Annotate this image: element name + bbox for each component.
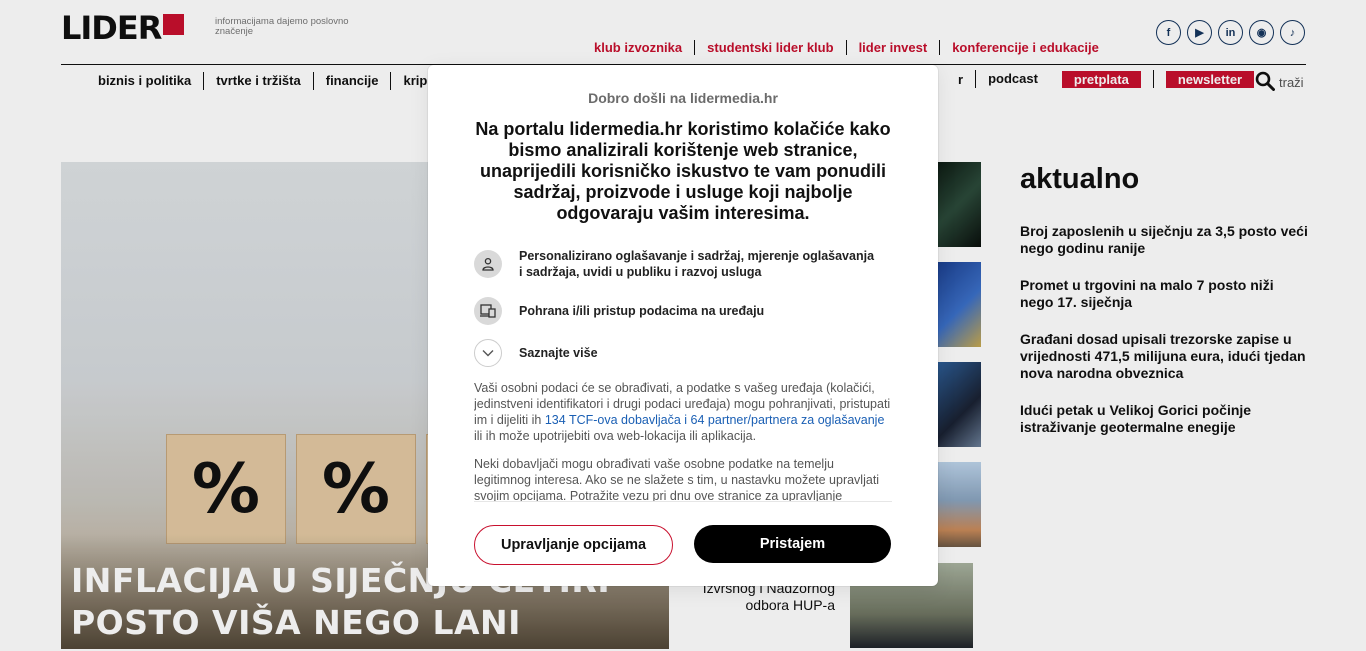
learn-more-label: Saznajte više bbox=[519, 346, 598, 360]
chevron-down-icon bbox=[474, 339, 502, 367]
consent-body-text: ili ih može upotrijebiti ova web-lokacij… bbox=[474, 429, 757, 443]
consent-headline: Na portalu lidermedia.hr koristimo kolač… bbox=[475, 119, 891, 223]
devices-icon bbox=[474, 297, 502, 325]
consent-body-paragraph: Neki dobavljači mogu obrađivati vaše oso… bbox=[474, 457, 880, 502]
accept-button[interactable]: Pristajem bbox=[694, 525, 891, 563]
person-icon bbox=[474, 250, 502, 278]
consent-dialog: Dobro došli na lidermedia.hr Na portalu … bbox=[428, 65, 938, 586]
purpose-device-storage: Pohrana i/ili pristup podacima na uređaj… bbox=[474, 297, 879, 325]
purpose-text: Personalizirano oglašavanje i sadržaj, m… bbox=[519, 249, 875, 279]
consent-body-scroll[interactable]: Vaši osobni podaci će se obrađivati, a p… bbox=[474, 380, 892, 502]
purpose-personalised-ads: Personalizirano oglašavanje i sadržaj, m… bbox=[474, 248, 879, 280]
manage-options-button[interactable]: Upravljanje opcijama bbox=[474, 525, 673, 565]
learn-more-toggle[interactable]: Saznajte više bbox=[474, 339, 879, 367]
consent-welcome: Dobro došli na lidermedia.hr bbox=[588, 90, 778, 106]
consent-body-paragraph: Vaši osobni podaci će se obrađivati, a p… bbox=[474, 380, 892, 444]
vendors-link[interactable]: 134 TCF-ova dobavljača i 64 partner/part… bbox=[545, 413, 885, 427]
purpose-text: Pohrana i/ili pristup podacima na uređaj… bbox=[519, 304, 765, 318]
